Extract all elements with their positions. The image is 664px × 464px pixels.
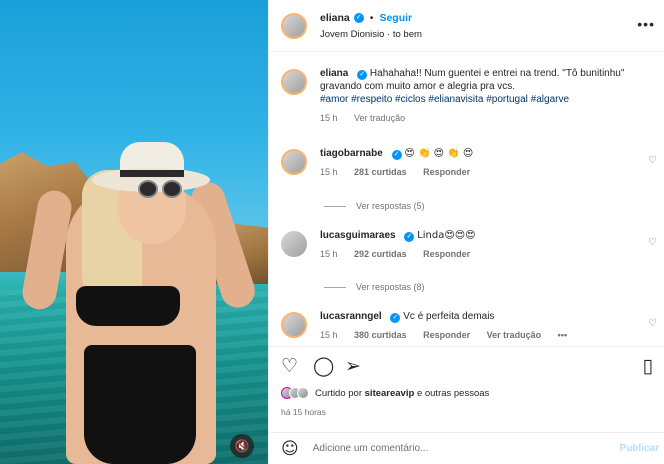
liked-by-prefix: Curtido por: [315, 387, 362, 399]
caption: eliana ✓ Hahahaha!! Num guentei e entrei…: [281, 67, 661, 125]
comment-time: 15 h: [320, 330, 338, 340]
divider: [324, 286, 346, 288]
bikini-top: [76, 286, 180, 326]
divider: [324, 205, 346, 207]
verified-badge-icon: ✓: [391, 150, 402, 160]
translate-link[interactable]: Ver tradução: [354, 113, 405, 123]
verified-badge-icon: ✓: [357, 70, 368, 80]
reply-button[interactable]: Responder: [423, 167, 470, 177]
translate-link[interactable]: Ver tradução: [487, 330, 542, 340]
view-replies[interactable]: Ver respostas (8): [324, 282, 425, 292]
comment-input[interactable]: Adicione um comentário...: [313, 443, 429, 454]
audio-line[interactable]: Jovem Dionisio · to bem: [320, 29, 422, 40]
comments-list[interactable]: eliana ✓ Hahahaha!! Num guentei e entrei…: [269, 53, 664, 346]
avatar[interactable]: [281, 312, 307, 338]
comment-username[interactable]: tiagobarnabe: [320, 148, 383, 159]
separator: •: [369, 11, 374, 24]
comment-likes[interactable]: 380 curtidas: [354, 330, 407, 340]
heart-icon[interactable]: ♡: [281, 355, 298, 377]
comment-text: Linda😍😍😍: [417, 230, 476, 241]
more-horizontal-icon[interactable]: •••: [558, 330, 567, 340]
avatar: [297, 387, 309, 399]
bikini-bottom: [84, 345, 196, 464]
view-replies[interactable]: Ver respostas (5): [324, 201, 425, 211]
comment-likes[interactable]: 292 curtidas: [354, 249, 407, 259]
avatar[interactable]: [281, 12, 307, 39]
publish-button[interactable]: Publicar: [620, 443, 659, 454]
add-comment-bar: ☺ Adicione um comentário... Publicar: [269, 432, 664, 464]
heart-icon[interactable]: ♡: [648, 237, 657, 248]
post-header: eliana ✓ • Seguir Jovem Dionisio · to be…: [269, 0, 664, 52]
comment-username[interactable]: lucasguimaraes: [320, 230, 396, 241]
caption-hashtags[interactable]: #amor #respeito #ciclos #elianavisita #p…: [320, 93, 640, 106]
sunglasses: [138, 180, 184, 200]
comment-item: tiagobarnabe ✓ 😍 👏 😍 👏 😍 15 h 281 curtid…: [281, 147, 661, 179]
view-replies-label[interactable]: Ver respostas (5): [356, 201, 425, 211]
comment-time: 15 h: [320, 167, 338, 177]
bookmark-icon[interactable]: ▯: [643, 355, 653, 377]
liked-by: Curtido por siteareavip e outras pessoas: [281, 387, 489, 399]
reply-button[interactable]: Responder: [423, 330, 470, 340]
post-panel: eliana ✓ • Seguir Jovem Dionisio · to be…: [268, 0, 664, 464]
avatar[interactable]: [281, 149, 307, 175]
reply-button[interactable]: Responder: [423, 249, 470, 259]
speaker-muted-icon[interactable]: 🔇: [230, 434, 254, 458]
comment-username[interactable]: lucasranngel: [320, 311, 382, 322]
comment-item: lucasguimaraes ✓ Linda😍😍😍 15 h 292 curti…: [281, 229, 661, 261]
hat-band: [120, 170, 184, 177]
more-horizontal-icon[interactable]: •••: [637, 16, 655, 32]
post-time: há 15 horas: [281, 407, 326, 417]
view-replies-label[interactable]: Ver respostas (8): [356, 282, 425, 292]
comment-time: 15 h: [320, 249, 338, 259]
caption-username[interactable]: eliana: [320, 68, 348, 79]
post-media[interactable]: 🔇: [0, 0, 268, 464]
avatar[interactable]: [281, 69, 307, 95]
smile-icon[interactable]: ☺: [281, 439, 299, 459]
verified-badge-icon: ✓: [404, 232, 415, 242]
avatar[interactable]: [281, 231, 307, 257]
comment-text: 😍 👏 😍 👏 😍: [404, 148, 474, 159]
comment-item: lucasranngel ✓ Vc é perfeita demais 15 h…: [281, 310, 661, 342]
follow-button[interactable]: Seguir: [379, 12, 412, 24]
comment-icon[interactable]: ◯: [313, 355, 334, 377]
comment-text: Vc é perfeita demais: [403, 311, 495, 322]
comment-likes[interactable]: 281 curtidas: [354, 167, 407, 177]
share-icon[interactable]: ➢: [345, 355, 361, 377]
heart-icon[interactable]: ♡: [648, 318, 657, 329]
action-bar: ♡ ◯ ➢ ▯ Curtido por siteareavip e outras…: [269, 346, 664, 432]
heart-icon[interactable]: ♡: [648, 155, 657, 166]
caption-time: 15 h: [320, 113, 338, 123]
liked-by-suffix[interactable]: e outras pessoas: [417, 388, 489, 399]
verified-badge-icon: ✓: [353, 12, 364, 23]
verified-badge-icon: ✓: [390, 313, 401, 323]
liked-by-user[interactable]: siteareavip: [365, 388, 415, 399]
author-username[interactable]: eliana: [320, 12, 350, 24]
